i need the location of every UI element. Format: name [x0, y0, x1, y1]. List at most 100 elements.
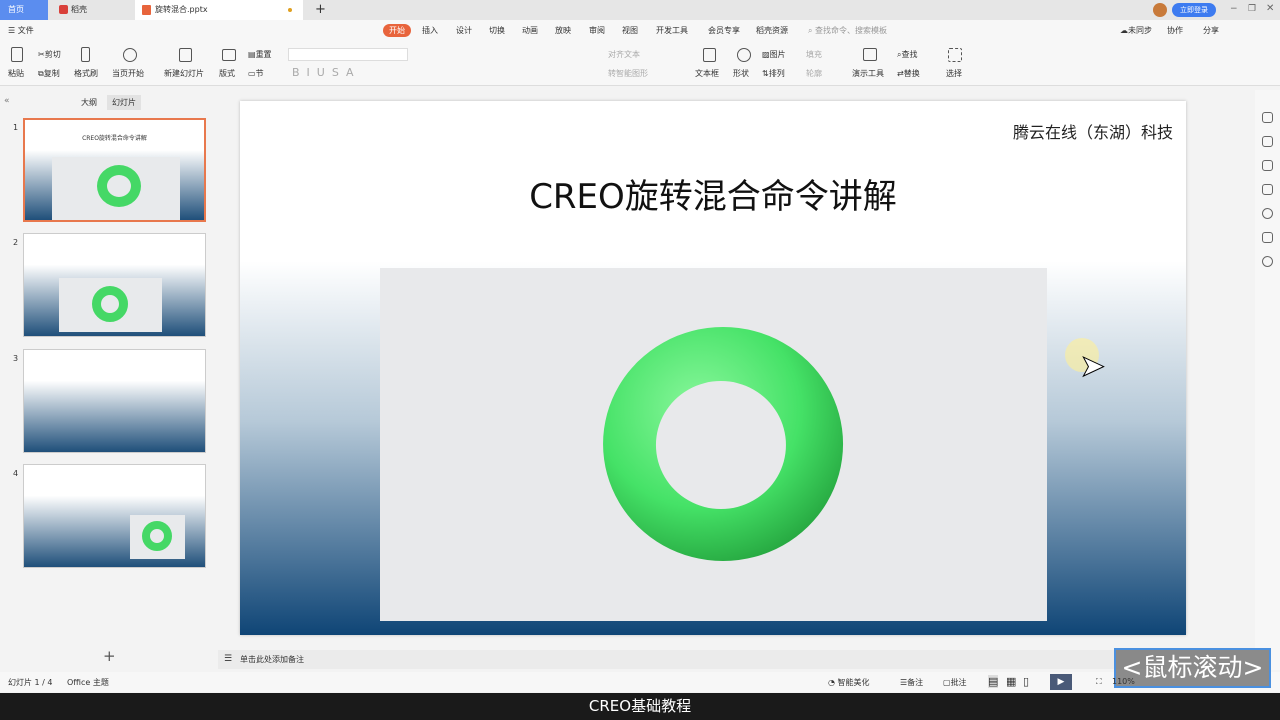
zoom-level[interactable]: 110%	[1112, 677, 1135, 686]
menu-view[interactable]: 视图	[622, 25, 638, 36]
copy-icon[interactable]	[1262, 184, 1273, 195]
font-style-buttons[interactable]: BIUSA	[292, 66, 361, 79]
notes-toggle-button[interactable]: ☰备注	[900, 677, 923, 688]
collapse-panel-button[interactable]: «	[4, 96, 10, 106]
find-label: 查找	[901, 50, 918, 59]
menu-transition[interactable]: 切换	[489, 25, 505, 36]
slide-title: CREO旋转混合命令讲解	[529, 177, 897, 217]
notes-icon: ☰	[224, 654, 233, 664]
slide-index: 幻灯片 1 / 4	[8, 678, 53, 687]
help-icon[interactable]	[1262, 208, 1273, 219]
new-slide-icon	[179, 48, 192, 62]
tab-outline[interactable]: 大纲	[81, 97, 97, 108]
menu-bar: ☰ 文件 开始 插入 设计 切换 动画 放映 审阅 视图 开发工具 会员专享 稻…	[0, 20, 1280, 42]
pptx-icon	[142, 5, 151, 15]
thumb-title: CREO旋转混合命令讲解	[82, 135, 147, 142]
avatar[interactable]	[1153, 3, 1167, 17]
paste-button[interactable]: 粘贴	[8, 68, 24, 79]
company-name: 腾云在线（东湖）科技	[1012, 123, 1173, 142]
collab-button[interactable]: 协作	[1167, 25, 1183, 36]
menu-resources[interactable]: 稻壳资源	[756, 25, 788, 36]
outline-button[interactable]: 轮廓	[806, 68, 822, 79]
shape-button[interactable]: 形状	[733, 68, 749, 79]
slide-thumbnail-1[interactable]: CREO旋转混合命令讲解	[23, 118, 206, 222]
notes-bar[interactable]: ☰ 单击此处添加备注	[218, 650, 1240, 669]
slide-number: 1	[13, 123, 19, 132]
copy-button[interactable]: ⧉复制	[38, 68, 60, 79]
menu-animation[interactable]: 动画	[522, 25, 538, 36]
settings-sliders-icon[interactable]	[1262, 136, 1273, 147]
sorter-view-button[interactable]: ▦	[1006, 675, 1016, 688]
normal-view-button[interactable]: ▤	[988, 675, 999, 688]
reading-view-button[interactable]: ▯	[1023, 675, 1029, 688]
new-tab-button[interactable]: +	[307, 0, 326, 20]
tab-daoke-label: 稻壳	[71, 5, 87, 14]
play-slideshow-button[interactable]: ▶	[1050, 674, 1072, 690]
menu-insert[interactable]: 插入	[422, 25, 438, 36]
replace-button[interactable]: ⇄替换	[897, 68, 920, 79]
menu-slideshow[interactable]: 放映	[555, 25, 571, 36]
command-search[interactable]: ⌕ 查找命令、搜索模板	[808, 25, 887, 36]
menu-start[interactable]: 开始	[383, 24, 411, 37]
cut-button[interactable]: ✂剪切	[38, 49, 61, 60]
new-slide-button[interactable]: 新建幻灯片	[164, 68, 204, 79]
tab-home[interactable]: 首页	[0, 0, 48, 20]
magic-icon[interactable]	[1262, 112, 1273, 123]
login-button[interactable]: 立即登录	[1172, 3, 1216, 17]
close-button[interactable]: ✕	[1266, 3, 1274, 14]
reset-button[interactable]: ▤重置	[248, 49, 272, 60]
layout-button[interactable]: 版式	[219, 68, 235, 79]
minimize-button[interactable]: −	[1230, 4, 1238, 14]
location-icon[interactable]	[1262, 256, 1273, 267]
format-painter-button[interactable]: 格式刷	[74, 68, 98, 79]
slide-number: 4	[13, 469, 19, 478]
comment-button[interactable]: ▢批注	[943, 677, 967, 688]
menu-design[interactable]: 设计	[456, 25, 472, 36]
menu-review[interactable]: 审阅	[589, 25, 605, 36]
fill-button[interactable]: 填充	[806, 49, 822, 60]
share-button[interactable]: 分享	[1203, 25, 1219, 36]
slide-number: 2	[13, 238, 19, 247]
torus-image	[603, 327, 844, 561]
slide-thumbnail-2[interactable]	[23, 233, 206, 337]
present-tools-icon	[863, 48, 877, 61]
tab-document-label: 旋转混合.pptx	[155, 5, 208, 14]
image-icon[interactable]	[1262, 232, 1273, 243]
textbox-button[interactable]: 文本框	[695, 68, 719, 79]
font-select[interactable]	[288, 48, 408, 61]
right-sidebar	[1255, 90, 1280, 670]
ribbon-toolbar: 粘贴 ✂剪切 ⧉复制 格式刷 当页开始 新建幻灯片 版式 ▤重置 ▭节 BIUS…	[0, 42, 1280, 86]
tab-slides[interactable]: 幻灯片	[107, 95, 141, 110]
unsaved-dot-icon	[288, 8, 292, 12]
restore-button[interactable]: ❐	[1248, 4, 1256, 14]
tab-document[interactable]: 旋转混合.pptx	[135, 0, 303, 20]
menu-developer[interactable]: 开发工具	[656, 25, 688, 36]
reset-label: 重置	[255, 50, 272, 59]
sync-button[interactable]: ☁未同步	[1120, 25, 1152, 36]
section-button[interactable]: ▭节	[248, 68, 264, 79]
tab-daoke[interactable]: 稻壳	[55, 0, 133, 20]
slide-thumbnail-3[interactable]	[23, 349, 206, 453]
smartart-button[interactable]: 转智能图形	[608, 68, 648, 79]
slide-canvas[interactable]: 腾云在线（东湖）科技 CREO旋转混合命令讲解 ➤	[240, 101, 1186, 635]
arrange-label: 排列	[768, 69, 785, 78]
arrange-button[interactable]: ⇅排列	[762, 68, 785, 79]
slide-thumbnail-4[interactable]	[23, 464, 206, 568]
find-button[interactable]: ⌕查找	[897, 49, 917, 60]
section-label: 节	[255, 69, 264, 78]
pin-icon[interactable]	[1262, 160, 1273, 171]
play-icon	[123, 48, 137, 62]
menu-member[interactable]: 会员专享	[708, 25, 740, 36]
file-menu[interactable]: ☰ 文件	[8, 25, 34, 36]
picture-button[interactable]: ▨图片	[762, 49, 786, 60]
mouse-cursor-icon: ➤	[1079, 349, 1106, 385]
select-button[interactable]: 选择	[946, 68, 962, 79]
play-current-button[interactable]: 当页开始	[112, 68, 144, 79]
fit-window-button[interactable]: ⛶	[1096, 677, 1102, 687]
add-slide-button[interactable]: +	[103, 647, 116, 665]
notes-placeholder[interactable]: 单击此处添加备注	[240, 654, 304, 665]
align-text-button[interactable]: 对齐文本	[608, 49, 640, 60]
beautify-button[interactable]: ◔ 智能美化	[828, 677, 870, 688]
present-tools-button[interactable]: 演示工具	[852, 68, 884, 79]
slide-number: 3	[13, 354, 19, 363]
